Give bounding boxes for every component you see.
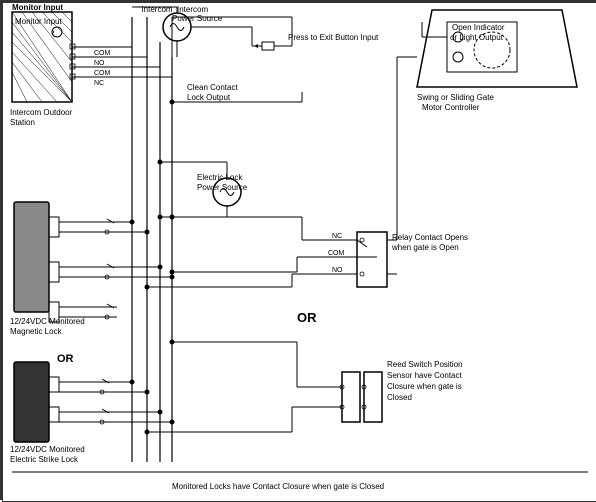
wiring-diagram: Monitor Input COM NO COM NC (0, 0, 596, 500)
svg-text:Closure when gate is: Closure when gate is (387, 382, 462, 391)
svg-text:12/24VDC Monitored: 12/24VDC Monitored (10, 445, 85, 454)
svg-text:Intercom: Intercom (177, 5, 208, 14)
svg-text:Power Source: Power Source (197, 183, 248, 192)
svg-text:NC: NC (332, 233, 342, 240)
svg-text:Reed Switch Position: Reed Switch Position (387, 360, 463, 369)
svg-text:Press to Exit Button Input: Press to Exit Button Input (288, 33, 379, 42)
svg-text:Intercom: Intercom (141, 5, 172, 14)
svg-text:12/24VDC Monitored: 12/24VDC Monitored (10, 317, 85, 326)
svg-text:Lock Output: Lock Output (187, 93, 231, 102)
svg-text:Relay Contact Opens: Relay Contact Opens (392, 233, 468, 242)
svg-text:Monitored Locks have Contact C: Monitored Locks have Contact Closure whe… (172, 482, 384, 491)
svg-text:OR: OR (297, 310, 317, 325)
svg-text:Electric Lock: Electric Lock (197, 173, 243, 182)
svg-text:NO: NO (332, 267, 343, 274)
svg-text:or Light Output: or Light Output (450, 33, 504, 42)
svg-text:Clean Contact: Clean Contact (187, 83, 238, 92)
svg-text:Open Indicator: Open Indicator (452, 23, 505, 32)
svg-text:Monitor Input: Monitor Input (15, 17, 62, 26)
svg-text:Magnetic Lock: Magnetic Lock (10, 327, 63, 336)
svg-text:Sensor have Contact: Sensor have Contact (387, 371, 462, 380)
svg-text:NC: NC (94, 80, 104, 87)
svg-text:COM: COM (94, 50, 111, 57)
svg-text:COM: COM (328, 250, 345, 257)
svg-text:OR: OR (57, 353, 74, 365)
svg-text:Motor Controller: Motor Controller (422, 103, 480, 112)
svg-text:Swing or Sliding Gate: Swing or Sliding Gate (417, 93, 494, 102)
svg-text:Monitor Input: Monitor Input (12, 3, 63, 12)
svg-text:Closed: Closed (387, 393, 412, 402)
svg-text:Station: Station (10, 118, 35, 127)
svg-text:when gate is Open: when gate is Open (391, 243, 459, 252)
svg-text:COM: COM (94, 70, 111, 77)
svg-text:Electric Strike Lock: Electric Strike Lock (10, 455, 79, 464)
svg-text:Power Source: Power Source (172, 14, 223, 23)
svg-text:Intercom Outdoor: Intercom Outdoor (10, 108, 73, 117)
svg-text:NO: NO (94, 60, 105, 67)
